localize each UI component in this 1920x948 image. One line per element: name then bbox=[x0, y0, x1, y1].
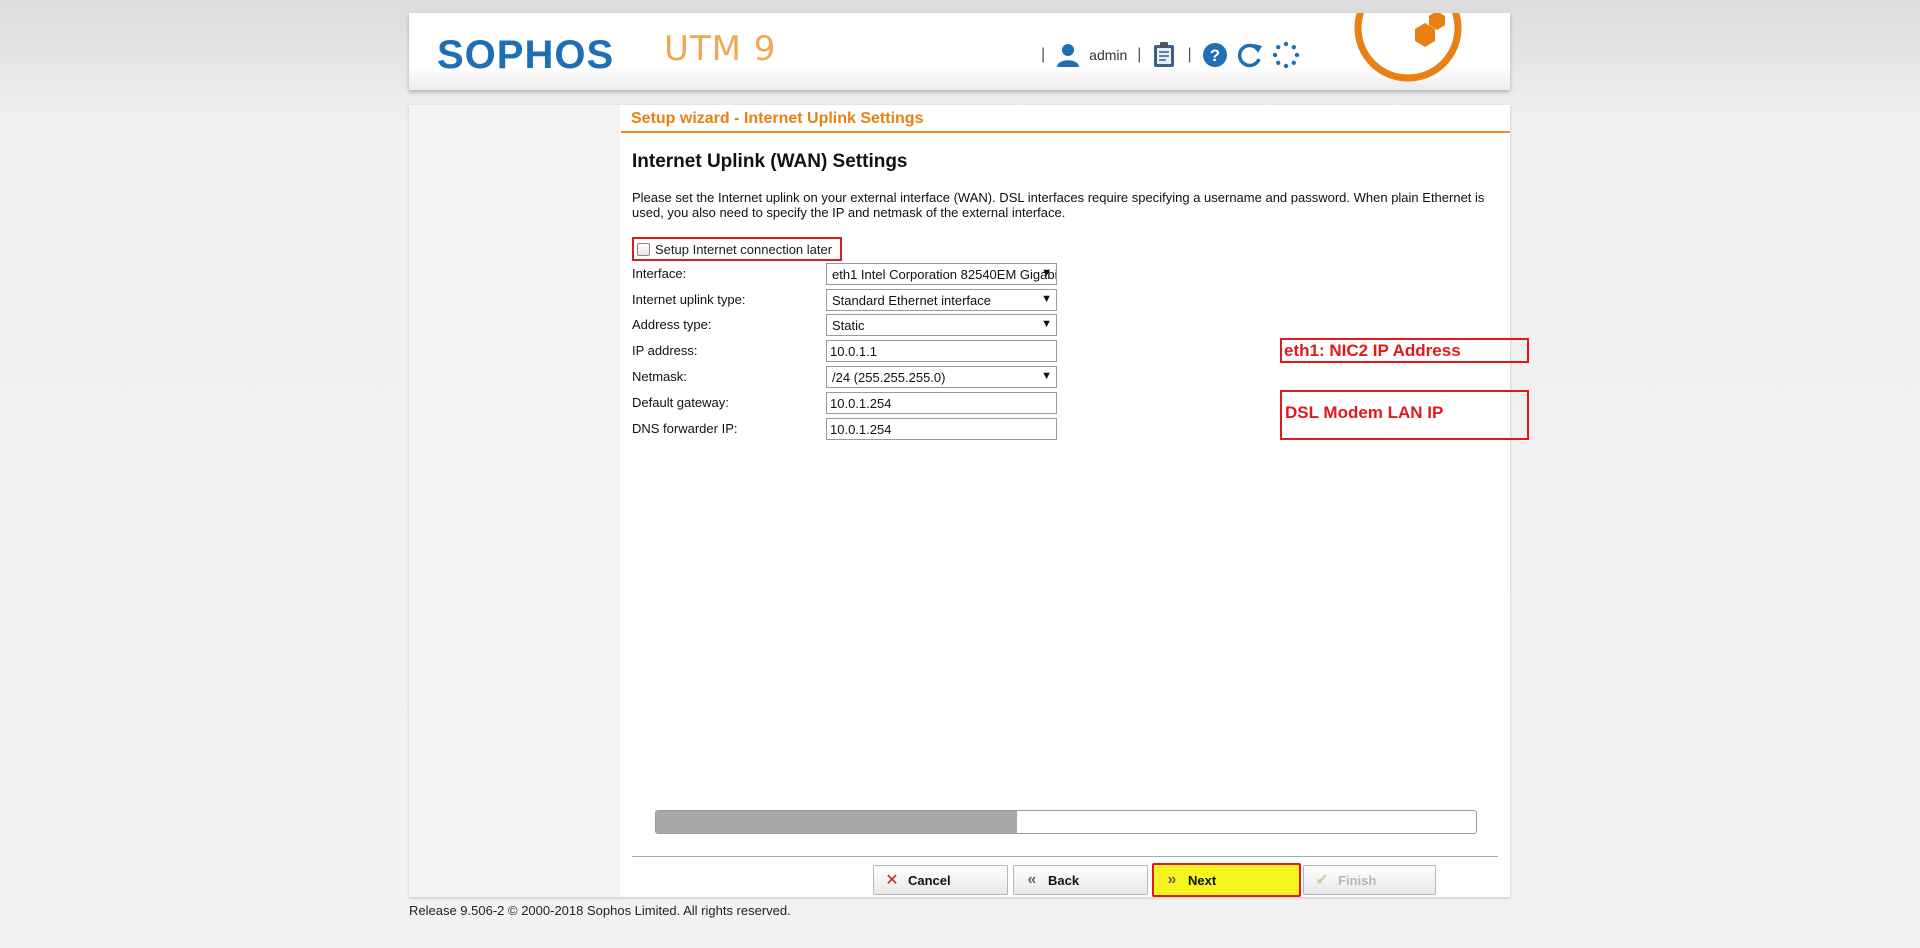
uplink-type-select[interactable]: Standard Ethernet interface ▼ bbox=[826, 289, 1057, 311]
back-label: Back bbox=[1048, 872, 1080, 888]
setup-later-checkbox[interactable] bbox=[637, 242, 650, 256]
dropdown-arrow-icon: ▼ bbox=[1041, 370, 1052, 382]
user-icon[interactable] bbox=[1055, 42, 1081, 68]
next-label: Next bbox=[1188, 872, 1217, 888]
form-row-ip-address: IP address: 10.0.1.1 bbox=[632, 340, 1092, 362]
main-panel: Setup wizard - Internet Uplink Settings … bbox=[409, 105, 1529, 897]
setup-later-option[interactable]: Setup Internet connection later bbox=[632, 237, 842, 261]
ip-address-input[interactable]: 10.0.1.1 bbox=[826, 340, 1057, 362]
wizard-content: Setup wizard - Internet Uplink Settings … bbox=[621, 105, 1529, 897]
clipboard-icon[interactable] bbox=[1151, 41, 1177, 69]
form-row-dns: DNS forwarder IP: 10.0.1.254 bbox=[632, 418, 1092, 440]
username-link[interactable]: admin bbox=[1089, 47, 1127, 63]
double-chevron-right-icon: » bbox=[1167, 871, 1177, 888]
cancel-label: Cancel bbox=[908, 872, 951, 888]
separator: | bbox=[1187, 46, 1192, 63]
finish-label: Finish bbox=[1338, 872, 1377, 888]
product-name: UTM 9 bbox=[664, 29, 777, 69]
wizard-progress-bar bbox=[655, 810, 1477, 834]
form-row-netmask: Netmask: /24 (255.255.255.0) ▼ bbox=[632, 366, 1092, 388]
address-type-label: Address type: bbox=[632, 317, 712, 332]
interface-label: Interface: bbox=[632, 266, 687, 281]
reload-icon[interactable] bbox=[1236, 41, 1264, 69]
app-header: SOPHOS UTM 9 | admin | | ? bbox=[409, 13, 1510, 90]
description-text: Please set the Internet uplink on your e… bbox=[632, 190, 1485, 220]
ip-address-label: IP address: bbox=[632, 343, 698, 358]
dsl-modem-annotation: DSL Modem LAN IP bbox=[1280, 390, 1529, 440]
cancel-button[interactable]: ✕ Cancel bbox=[873, 865, 1008, 895]
back-button[interactable]: « Back bbox=[1013, 865, 1148, 895]
uplink-type-value: Standard Ethernet interface bbox=[832, 293, 991, 308]
svg-text:?: ? bbox=[1209, 46, 1219, 65]
form-row-uplink-type: Internet uplink type: Standard Ethernet … bbox=[632, 289, 1092, 311]
setup-later-label: Setup Internet connection later bbox=[655, 241, 833, 257]
header-toolbar: | admin | | ? bbox=[1035, 39, 1304, 71]
wizard-title-bar: Setup wizard - Internet Uplink Settings bbox=[621, 105, 1510, 133]
brand-emblem-icon bbox=[1354, 13, 1462, 82]
netmask-label: Netmask: bbox=[632, 369, 687, 384]
netmask-value: /24 (255.255.255.0) bbox=[832, 370, 946, 385]
separator: | bbox=[1041, 46, 1046, 63]
sophos-logo: SOPHOS bbox=[437, 33, 615, 77]
netmask-select[interactable]: /24 (255.255.255.0) ▼ bbox=[826, 366, 1057, 388]
divider bbox=[632, 856, 1498, 857]
footer-copyright: Release 9.506-2 © 2000-2018 Sophos Limit… bbox=[409, 903, 791, 918]
progress-fill bbox=[656, 811, 1017, 833]
double-chevron-left-icon: « bbox=[1027, 871, 1037, 888]
form-row-interface: Interface: eth1 Intel Corporation 82540E… bbox=[632, 263, 1092, 285]
dns-label: DNS forwarder IP: bbox=[632, 421, 738, 436]
interface-select[interactable]: eth1 Intel Corporation 82540EM Gigabit E… bbox=[826, 263, 1057, 285]
help-icon[interactable]: ? bbox=[1202, 42, 1228, 68]
dropdown-arrow-icon: ▼ bbox=[1041, 293, 1052, 305]
dropdown-arrow-icon: ▼ bbox=[1041, 318, 1052, 330]
dropdown-arrow-icon: ▼ bbox=[1041, 267, 1052, 279]
address-type-value: Static bbox=[832, 318, 865, 333]
page-title: Internet Uplink (WAN) Settings bbox=[632, 151, 908, 172]
ip-address-annotation: eth1: NIC2 IP Address bbox=[1280, 338, 1529, 363]
form-row-gateway: Default gateway: 10.0.1.254 bbox=[632, 392, 1092, 414]
dns-input[interactable]: 10.0.1.254 bbox=[826, 418, 1057, 440]
close-icon: ✕ bbox=[885, 872, 899, 889]
checkmark-icon: ✔ bbox=[1315, 872, 1329, 889]
wizard-title: Setup wizard - Internet Uplink Settings bbox=[631, 110, 924, 127]
gateway-label: Default gateway: bbox=[632, 395, 729, 410]
address-type-select[interactable]: Static ▼ bbox=[826, 314, 1057, 336]
form-row-address-type: Address type: Static ▼ bbox=[632, 314, 1092, 336]
next-button[interactable]: » Next bbox=[1152, 863, 1301, 897]
gateway-input[interactable]: 10.0.1.254 bbox=[826, 392, 1057, 414]
separator: | bbox=[1137, 46, 1142, 63]
uplink-type-label: Internet uplink type: bbox=[632, 292, 746, 307]
interface-value: eth1 Intel Corporation 82540EM Gigabit E… bbox=[832, 267, 1057, 282]
loading-spinner-icon bbox=[1272, 41, 1300, 69]
sidebar bbox=[409, 105, 620, 897]
finish-button[interactable]: ✔ Finish bbox=[1303, 865, 1436, 895]
